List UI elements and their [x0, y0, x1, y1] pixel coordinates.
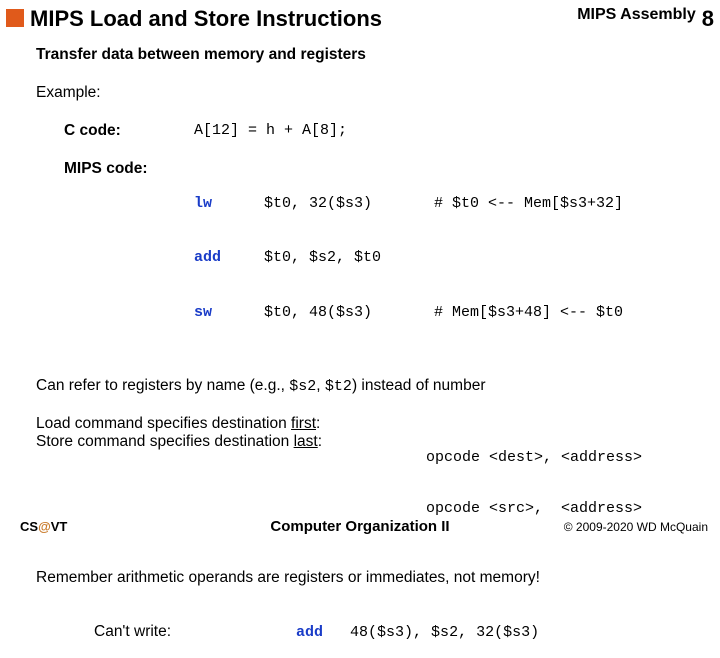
text: :: [318, 433, 322, 450]
intro-text: Transfer data between memory and registe…: [36, 46, 690, 64]
underline-word: first: [291, 415, 316, 432]
asm-op: add: [296, 624, 323, 641]
store-line: Store command specifies destination last…: [36, 433, 426, 451]
asm-args: 48($s3), $s2, 32($s3): [350, 624, 539, 641]
asm-comment: # Mem[$s3+48] <-- $t0: [434, 303, 623, 323]
slide: MIPS Load and Store Instructions MIPS As…: [0, 0, 720, 540]
reg-name: $t2: [325, 378, 352, 395]
text: :: [316, 415, 320, 432]
asm-block: lw add sw $t0, 32($s3) $t0, $s2, $t0 $t0…: [194, 160, 623, 357]
reg-name: $s2: [289, 378, 316, 395]
asm-args: $t0, 32($s3): [264, 194, 434, 214]
asm-args: $t0, 48($s3): [264, 303, 434, 323]
example-label: Example:: [36, 84, 690, 102]
c-code-label: C code:: [64, 122, 194, 140]
text: Load command specifies destination: [36, 415, 291, 432]
c-code: A[12] = h + A[8];: [194, 122, 347, 139]
opcode-pattern: opcode <src>, <address>: [426, 500, 642, 517]
header-bullet-icon: [6, 9, 24, 27]
text: ) instead of number: [352, 377, 486, 394]
asm-op: add: [194, 248, 264, 268]
footer-right: © 2009-2020 WD McQuain: [564, 520, 708, 534]
course-name: MIPS Assembly: [577, 6, 696, 24]
text: Can refer to registers by name (e.g.,: [36, 377, 289, 394]
remember-text: Remember arithmetic operands are registe…: [36, 569, 690, 587]
slide-title: MIPS Load and Store Instructions: [30, 6, 577, 32]
underline-word: last: [294, 433, 318, 450]
footer-left: CS@VT: [20, 519, 67, 534]
text: VT: [51, 519, 68, 534]
footer: CS@VT Computer Organization II © 2009-20…: [0, 519, 720, 534]
slide-body: Transfer data between memory and registe…: [6, 46, 714, 658]
page-number: 8: [702, 6, 714, 32]
refer-line: Can refer to registers by name (e.g., $s…: [36, 377, 690, 395]
text: ,: [316, 377, 325, 394]
header: MIPS Load and Store Instructions MIPS As…: [6, 6, 714, 32]
text: Store command specifies destination: [36, 433, 294, 450]
cant-write-label: Can't write:: [94, 623, 224, 641]
asm-op: lw: [194, 194, 264, 214]
load-line: Load command specifies destination first…: [36, 415, 426, 433]
footer-center: Computer Organization II: [270, 518, 449, 535]
text: CS: [20, 519, 38, 534]
asm-comment: # $t0 <-- Mem[$s3+32]: [434, 194, 623, 214]
at-icon: @: [38, 519, 51, 534]
asm-args: $t0, $s2, $t0: [264, 248, 434, 268]
opcode-pattern: opcode <dest>, <address>: [426, 449, 642, 466]
mips-code-label: MIPS code:: [64, 160, 194, 178]
cant-write-code: add 48($s3), $s2, 32($s3): [224, 607, 539, 658]
asm-op: sw: [194, 303, 264, 323]
